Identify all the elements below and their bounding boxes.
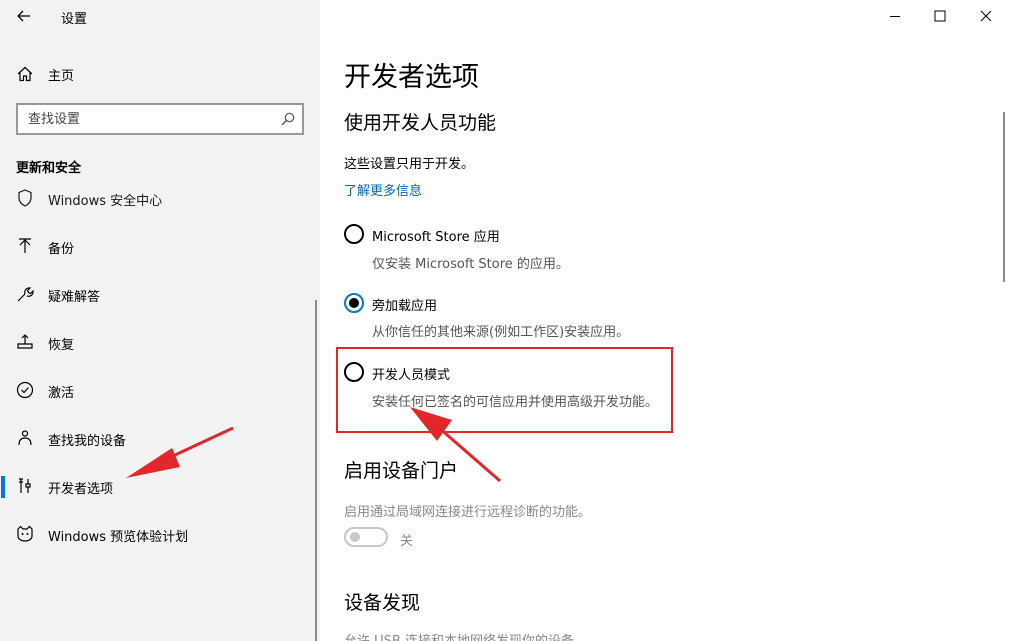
radio-microsoft-store[interactable]: Microsoft Store 应用 [344, 224, 674, 248]
sidebar: 设置 主页 更新和安全 Windows 安全中心 备份 [0, 0, 320, 641]
radio-label: 旁加载应用 [372, 299, 438, 314]
page-title: 开发者选项 [344, 62, 479, 93]
minimize-icon[interactable] [885, 6, 905, 26]
sidebar-item-label: Windows 预览体验计划 [48, 530, 189, 545]
radio-description: 安装任何已签名的可信应用并使用高级开发功能。 [372, 395, 659, 410]
section-description: 这些设置只用于开发。 [344, 157, 475, 172]
section-heading-device-portal: 启用设备门户 [344, 460, 459, 482]
app-title: 设置 [61, 12, 88, 27]
search-icon[interactable] [280, 111, 296, 127]
sidebar-item-backup[interactable]: 备份 [0, 226, 320, 266]
sidebar-item-windows-insider[interactable]: Windows 预览体验计划 [0, 514, 320, 554]
person-locate-icon [18, 430, 32, 446]
sidebar-item-activation[interactable]: 激活 [0, 370, 320, 410]
close-icon[interactable] [976, 6, 996, 26]
backup-arrow-icon [19, 238, 31, 253]
check-circle-icon [16, 381, 34, 399]
radio-button-checked[interactable] [344, 293, 364, 313]
learn-more-link[interactable]: 了解更多信息 [344, 180, 422, 199]
section-title: 更新和安全 [16, 161, 82, 176]
search-box[interactable] [16, 103, 304, 135]
toggle-state-label: 关 [400, 534, 414, 549]
toggle-knob [350, 532, 360, 542]
recovery-icon [17, 334, 33, 349]
selection-indicator [1, 476, 5, 498]
sidebar-item-label: 备份 [48, 242, 75, 257]
sidebar-item-label: Windows 安全中心 [48, 194, 163, 209]
radio-button[interactable] [344, 224, 364, 244]
home-icon [17, 66, 33, 82]
shield-icon [18, 189, 32, 207]
sidebar-scrollbar[interactable] [315, 300, 317, 641]
radio-sideload[interactable]: 旁加载应用 [344, 293, 674, 317]
sidebar-item-label: 疑难解答 [48, 290, 101, 305]
sidebar-item-recovery[interactable]: 恢复 [0, 322, 320, 362]
sidebar-item-label: 恢复 [48, 338, 75, 353]
sidebar-item-label: 开发者选项 [48, 482, 114, 497]
annotation-highlight-box [336, 347, 673, 433]
section-heading-developer-features: 使用开发人员功能 [344, 112, 497, 134]
sidebar-item-find-my-device[interactable]: 查找我的设备 [0, 418, 320, 458]
back-arrow-icon [17, 10, 30, 22]
sidebar-home-label: 主页 [48, 69, 75, 84]
sidebar-item-label: 激活 [48, 386, 75, 401]
insider-cat-icon [17, 525, 33, 542]
radio-description: 仅安装 Microsoft Store 的应用。 [372, 257, 569, 272]
sidebar-item-label: 查找我的设备 [48, 434, 127, 449]
wrench-icon [17, 287, 34, 302]
section-heading-device-discovery: 设备发现 [344, 592, 421, 614]
sidebar-item-troubleshoot[interactable]: 疑难解答 [0, 274, 320, 314]
radio-button[interactable] [344, 362, 364, 382]
search-input[interactable] [18, 105, 268, 133]
radio-description: 从你信任的其他来源(例如工作区)安装应用。 [372, 325, 630, 340]
radio-label: 开发人员模式 [372, 368, 451, 383]
main-scrollbar[interactable] [1003, 112, 1005, 282]
sidebar-home[interactable]: 主页 [0, 58, 320, 88]
main-content: 开发者选项 使用开发人员功能 这些设置只用于开发。 了解更多信息 Microso… [320, 0, 1009, 641]
sidebar-nav: Windows 安全中心 备份 疑难解答 恢复 激活 查找我的设备 开发者选项 … [0, 180, 320, 641]
device-discovery-description: 允许 USB 连接和本地网络发现你的设备。 [344, 630, 587, 641]
radio-label: Microsoft Store 应用 [372, 230, 500, 245]
maximize-icon[interactable] [930, 6, 950, 26]
sidebar-item-developer-options[interactable]: 开发者选项 [0, 466, 320, 506]
back-button[interactable] [13, 5, 35, 27]
device-portal-description: 启用通过局域网连接进行远程诊断的功能。 [344, 505, 592, 520]
radio-developer-mode[interactable]: 开发人员模式 [344, 362, 674, 386]
device-portal-toggle[interactable] [344, 527, 388, 547]
developer-tools-icon [19, 478, 31, 493]
sidebar-item-windows-security[interactable]: Windows 安全中心 [0, 180, 320, 218]
